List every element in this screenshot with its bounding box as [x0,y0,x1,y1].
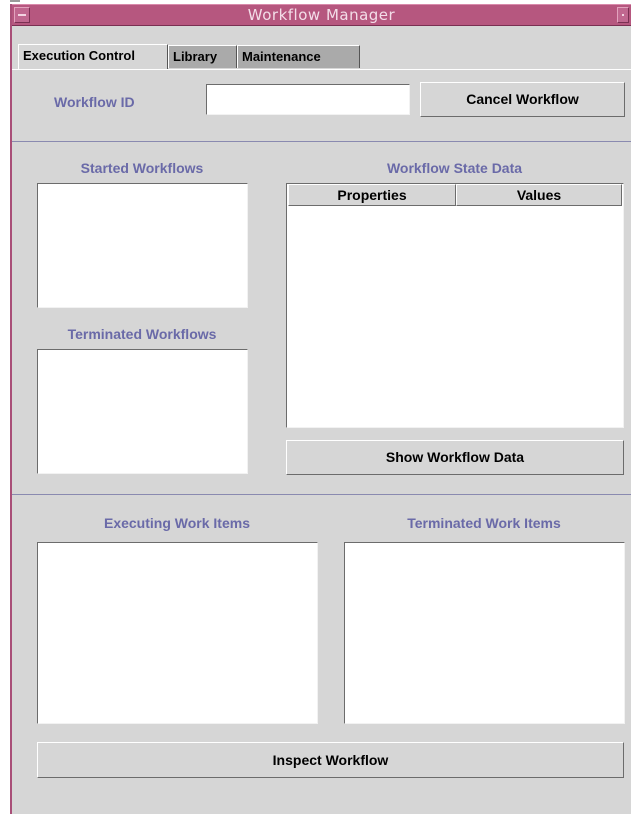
workflow-state-table[interactable]: Properties Values [286,183,624,428]
tab-maintenance[interactable]: Maintenance [237,45,360,68]
top-tick [10,0,20,2]
tab-underline [12,69,631,70]
terminated-work-items-list[interactable] [344,542,625,724]
executing-work-items-list[interactable] [37,542,318,724]
column-header-values[interactable]: Values [456,184,622,206]
workflow-state-data-label: Workflow State Data [386,160,523,176]
workflow-id-label: Workflow ID [54,94,135,110]
cancel-workflow-button[interactable]: Cancel Workflow [420,82,625,117]
window-title: Workflow Manager [247,6,396,24]
executing-work-items-label: Executing Work Items [103,515,250,531]
dot-icon [622,14,624,16]
title-bar[interactable]: Workflow Manager [12,4,631,26]
terminated-work-items-label: Terminated Work Items [407,515,561,531]
window-control-button[interactable] [617,7,629,23]
tab-execution-control[interactable]: Execution Control [18,44,168,69]
started-workflows-label: Started Workflows [80,160,204,176]
terminated-workflows-list[interactable] [37,349,248,474]
separator-top [12,141,631,142]
separator-middle [12,494,631,495]
tab-library[interactable]: Library [168,45,237,68]
terminated-workflows-label: Terminated Workflows [67,326,217,342]
show-workflow-data-button[interactable]: Show Workflow Data [286,440,624,475]
inspect-workflow-button[interactable]: Inspect Workflow [37,742,624,778]
started-workflows-list[interactable] [37,183,248,308]
workflow-id-input[interactable] [206,84,410,115]
column-header-properties[interactable]: Properties [288,184,456,206]
workflow-manager-window: Workflow Manager Execution Control Libra… [10,4,631,814]
